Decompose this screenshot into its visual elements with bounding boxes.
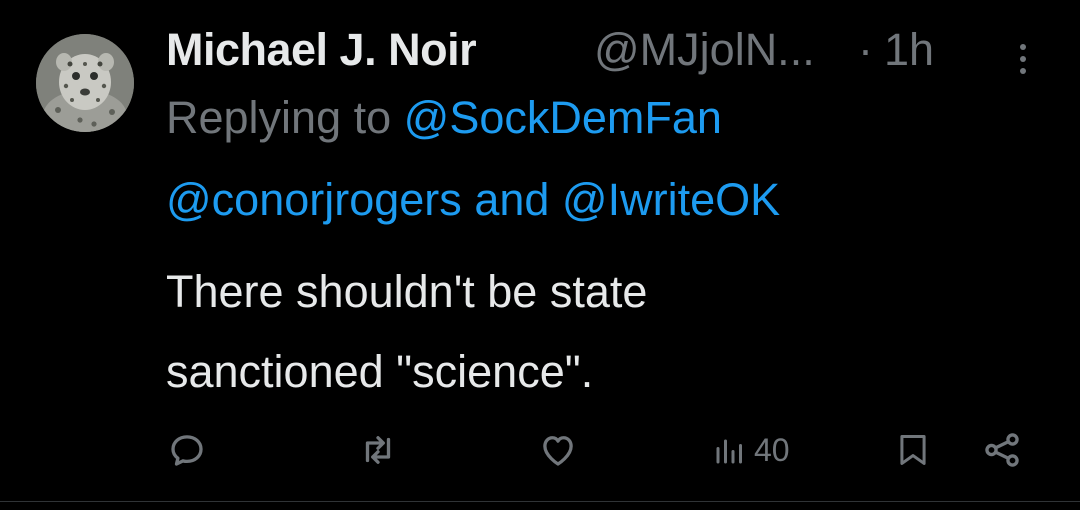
action-bar: 40 [0,420,1080,480]
avatar[interactable] [36,34,134,132]
retweet-arrows-icon [365,436,391,464]
share-button[interactable] [980,420,1024,480]
tweet-divider [0,501,1080,502]
like-button[interactable] [536,420,580,480]
timestamp[interactable]: 1h [884,24,934,76]
tweet-header: Michael J. Noir @MJjolN... · 1h [166,20,1046,80]
replying-to-continued: @conorjrogers and @IwriteOK [166,170,1046,230]
views-button[interactable]: 40 [712,420,790,480]
replying-to: Replying to @SockDemFan [166,88,1046,148]
separator-dot: · [858,24,873,75]
mention-sockdemfan[interactable]: @SockDemFan [404,92,722,143]
mention-iwriteok[interactable]: @IwriteOK [562,174,780,225]
author-name[interactable]: Michael J. Noir [166,24,477,76]
retweet-button[interactable] [356,420,400,480]
bar-chart-icon [716,439,742,464]
mention-joiner: and [474,174,550,225]
snow-leopard-avatar-image [36,34,134,132]
reply-button[interactable] [166,420,208,480]
replying-to-label: Replying to [166,92,392,143]
bookmark-outline-icon [900,435,926,465]
heart-outline-icon [543,436,573,466]
bookmark-button[interactable] [894,420,932,480]
more-options-icon[interactable] [1012,42,1034,76]
tweet-body-line-1: There shouldn't be state [166,266,648,317]
mention-conorjrogers[interactable]: @conorjrogers [166,174,462,225]
tweet[interactable]: Michael J. Noir @MJjolN... · 1h Replying… [0,0,1080,510]
author-handle[interactable]: @MJjolN... [594,24,815,76]
comment-bubble-icon [171,435,203,466]
tweet-body: There shouldn't be state sanctioned "sci… [166,252,1046,412]
views-count: 40 [754,431,790,468]
share-nodes-icon [985,433,1019,467]
tweet-body-line-2: sanctioned "science". [166,346,594,397]
